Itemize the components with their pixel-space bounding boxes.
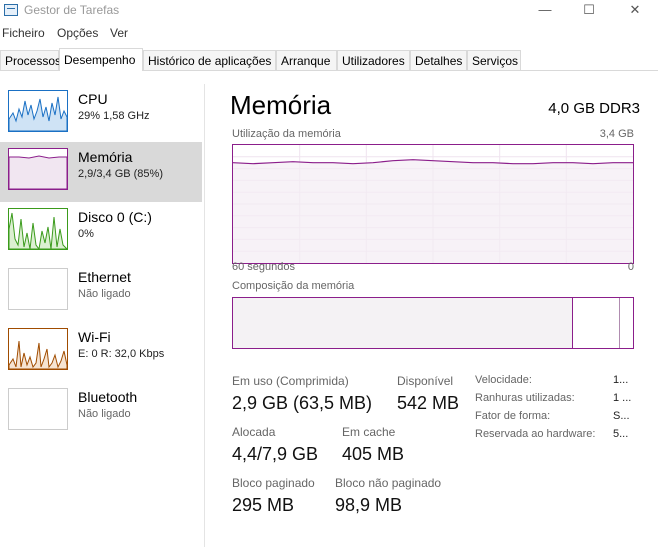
hardware-reserved-value: 5... xyxy=(613,428,629,440)
committed-value: 4,4/7,9 GB xyxy=(232,444,319,464)
sidebar-item-label: Memória xyxy=(78,149,133,165)
resource-sidebar: CPU 29% 1,58 GHz Memória 2,9/3,4 GB (85%… xyxy=(0,84,205,547)
sidebar-item-label: Disco 0 (C:) xyxy=(78,209,152,225)
tab-bar: Processos Desempenho Histórico de aplica… xyxy=(0,48,658,71)
tab-performance[interactable]: Desempenho xyxy=(59,48,143,71)
tab-services[interactable]: Serviços xyxy=(467,50,521,70)
memory-composition-label: Composição da memória xyxy=(232,280,355,292)
sidebar-item-label: Wi-Fi xyxy=(78,329,111,345)
nonpaged-pool-value: 98,9 MB xyxy=(335,495,403,515)
speed-value: 1... xyxy=(613,374,629,386)
sidebar-item-label: Ethernet xyxy=(78,269,131,285)
graph-x-left-label: 60 segundos xyxy=(232,261,295,273)
form-factor-label: Fator de forma: xyxy=(475,410,551,422)
tab-startup[interactable]: Arranque xyxy=(276,50,337,70)
committed-label: Alocada xyxy=(232,425,276,439)
graph-x-right-label: 0 xyxy=(627,261,634,273)
paged-pool-label: Bloco paginado xyxy=(232,476,315,490)
sidebar-item-detail: 0% xyxy=(78,228,94,240)
available-label: Disponível xyxy=(397,374,454,388)
available-value: 542 MB xyxy=(397,393,460,413)
memory-usage-area xyxy=(233,159,633,263)
sidebar-item-ethernet[interactable]: Ethernet Não ligado xyxy=(0,262,202,322)
close-button[interactable]: ✕ xyxy=(612,0,658,22)
slots-used-value: 1 ... xyxy=(613,392,632,404)
memory-usage-graph xyxy=(232,144,634,264)
ethernet-thumbnail-graph xyxy=(8,268,68,310)
menu-options[interactable]: Opções xyxy=(57,26,98,40)
sidebar-item-detail: E: 0 R: 32,0 Kbps xyxy=(78,348,165,360)
task-manager-icon xyxy=(4,4,18,16)
sidebar-item-cpu[interactable]: CPU 29% 1,58 GHz xyxy=(0,84,202,144)
wifi-thumbnail-graph xyxy=(8,328,68,370)
cached-value: 405 MB xyxy=(342,444,405,464)
sidebar-item-detail: 2,9/3,4 GB (85%) xyxy=(78,168,163,180)
form-factor-value: S... xyxy=(613,410,630,422)
memory-thumbnail-graph xyxy=(8,148,68,190)
maximize-button[interactable]: ☐ xyxy=(566,0,612,22)
sidebar-item-detail: Não ligado xyxy=(78,288,131,300)
hardware-reserved-label: Reservada ao hardware: xyxy=(475,428,596,440)
cached-label: Em cache xyxy=(342,425,396,439)
sidebar-item-label: CPU xyxy=(78,91,108,107)
tab-app-history[interactable]: Histórico de aplicações xyxy=(143,50,276,70)
slots-used-label: Ranhuras utilizadas: xyxy=(475,392,575,404)
memory-spec: 4,0 GB DDR3 xyxy=(548,100,640,117)
minimize-button[interactable]: — xyxy=(522,0,568,22)
in-use-label: Em uso (Comprimida) xyxy=(232,374,349,388)
speed-label: Velocidade: xyxy=(475,374,532,386)
composition-modified-segment xyxy=(574,298,578,348)
page-title: Memória xyxy=(230,90,332,120)
cpu-thumbnail-graph xyxy=(8,90,68,132)
tab-users[interactable]: Utilizadores xyxy=(337,50,410,70)
sidebar-item-memory[interactable]: Memória 2,9/3,4 GB (85%) xyxy=(0,142,202,202)
paged-pool-value: 295 MB xyxy=(232,495,295,515)
composition-standby-divider xyxy=(619,298,620,348)
tab-details[interactable]: Detalhes xyxy=(410,50,467,70)
title-bar: Gestor de Tarefas — ☐ ✕ xyxy=(0,0,658,22)
sidebar-item-detail: 29% 1,58 GHz xyxy=(78,110,150,122)
disk-thumbnail-graph xyxy=(8,208,68,250)
memory-composition-bar xyxy=(232,297,634,349)
menu-file[interactable]: Ficheiro xyxy=(2,26,45,40)
bluetooth-thumbnail-graph xyxy=(8,388,68,430)
sidebar-item-disk[interactable]: Disco 0 (C:) 0% xyxy=(0,202,202,262)
tab-processes[interactable]: Processos xyxy=(0,50,61,70)
sidebar-item-bluetooth[interactable]: Bluetooth Não ligado xyxy=(0,382,202,442)
composition-in-use-segment xyxy=(233,298,573,348)
in-use-value: 2,9 GB (63,5 MB) xyxy=(232,393,373,413)
memory-usage-graph-max: 3,4 GB xyxy=(599,128,634,140)
window-title: Gestor de Tarefas xyxy=(24,3,120,17)
memory-usage-graph-label: Utilização da memória xyxy=(232,128,341,140)
sidebar-item-wifi[interactable]: Wi-Fi E: 0 R: 32,0 Kbps xyxy=(0,322,202,382)
sidebar-item-detail: Não ligado xyxy=(78,408,131,420)
nonpaged-pool-label: Bloco não paginado xyxy=(335,476,442,490)
menu-view[interactable]: Ver xyxy=(110,26,128,40)
sidebar-item-label: Bluetooth xyxy=(78,389,138,405)
